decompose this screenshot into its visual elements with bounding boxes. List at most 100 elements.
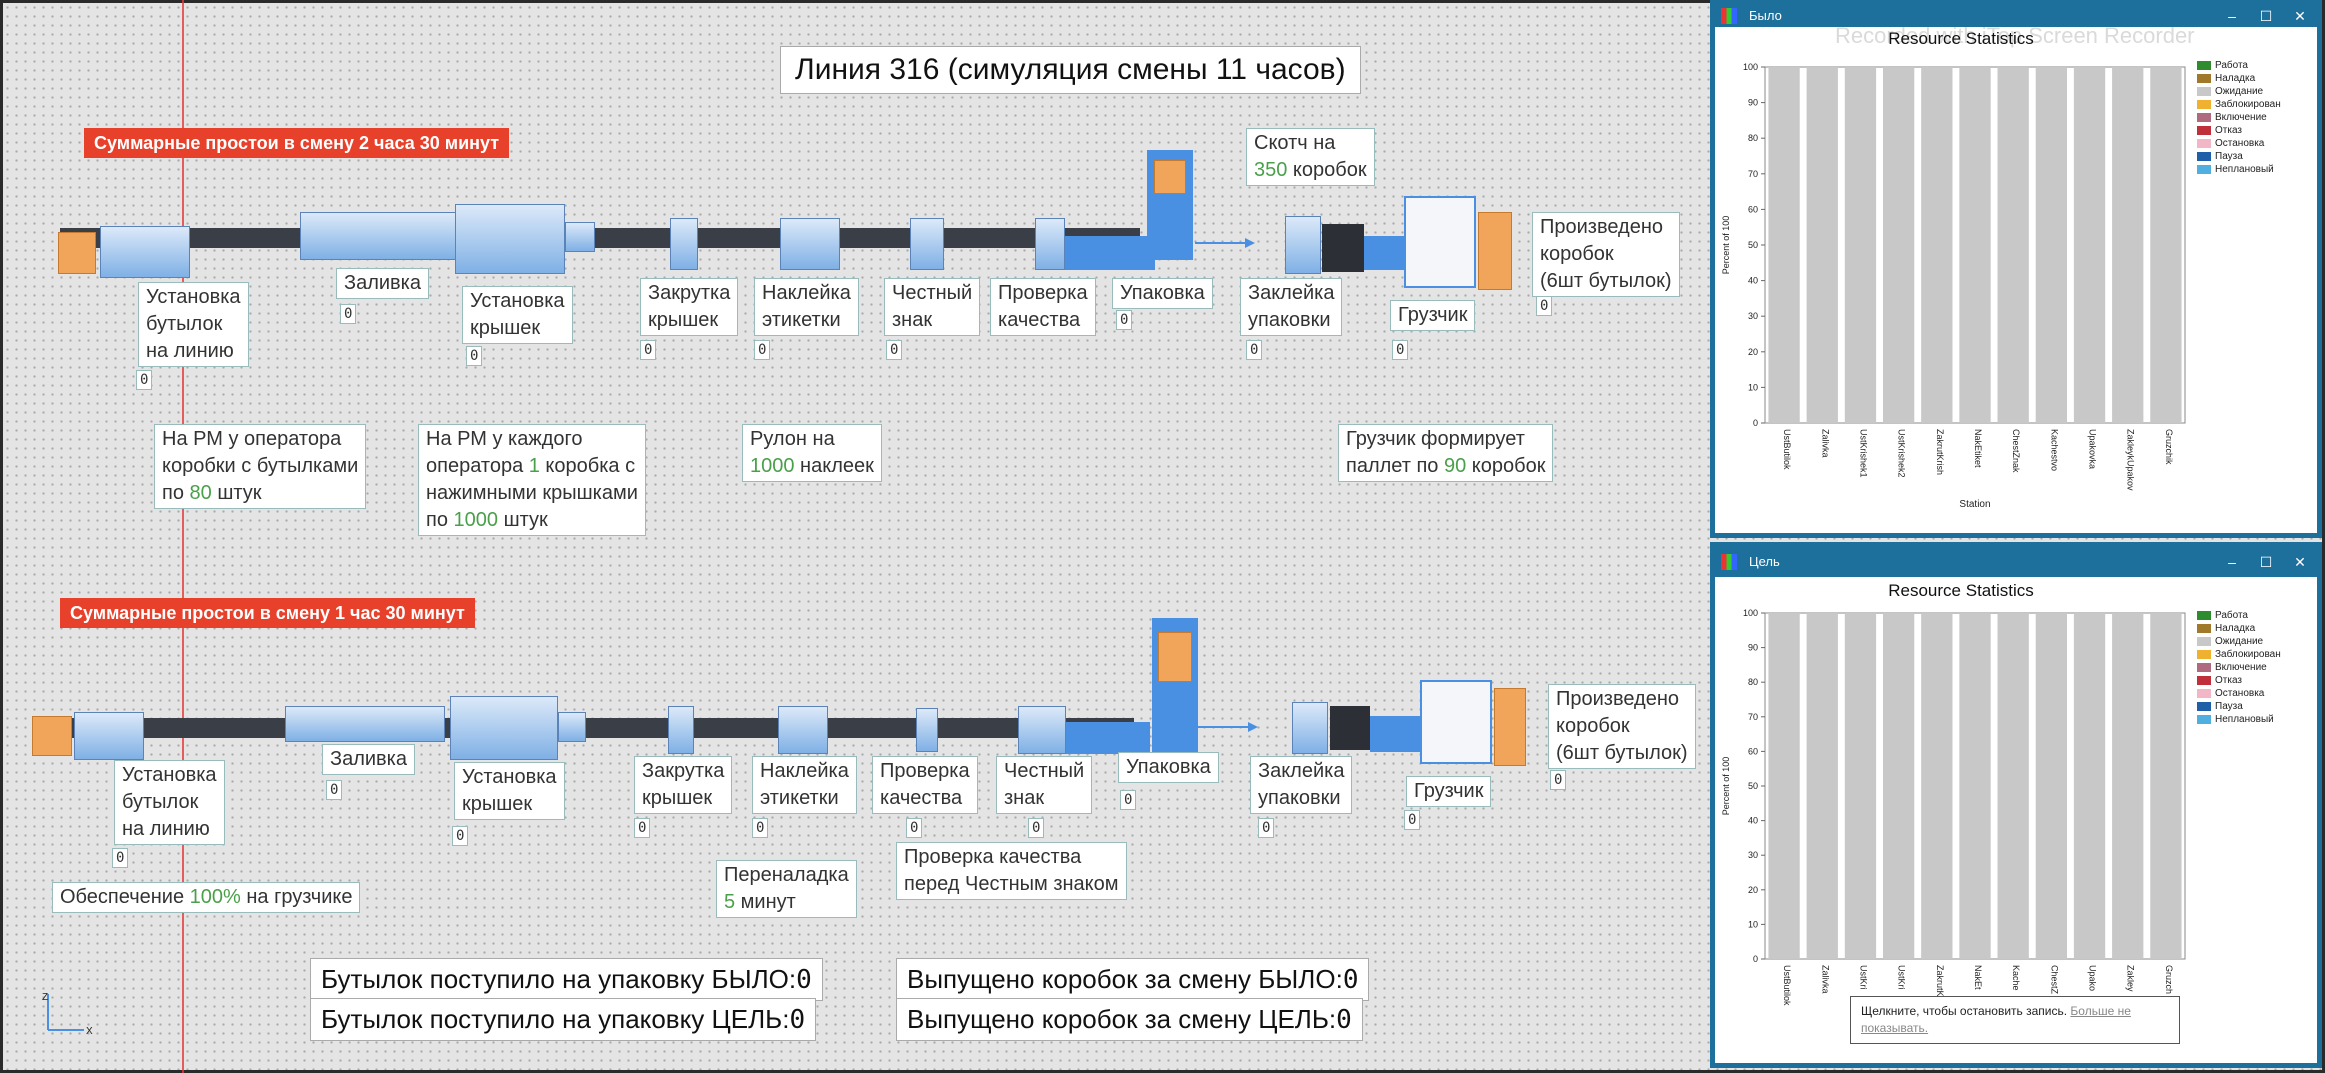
x-tick-label: NakEt	[1973, 965, 1983, 990]
y-axis-label: Percent of 100	[1721, 757, 1731, 816]
bar-segment	[1882, 613, 1915, 959]
line1-station-filling[interactable]	[300, 212, 460, 260]
line2-note-changeover: Переналадка 5 минут	[716, 860, 857, 918]
bar-segment	[2073, 67, 2106, 423]
line1-note-loader: Грузчик формирует паллет по 90 коробок	[1338, 424, 1554, 482]
bar-segment	[1959, 613, 1991, 959]
y-tick-label: 40	[1748, 816, 1758, 826]
legend-label: Ожидание	[2215, 86, 2264, 97]
recorder-tooltip[interactable]: Щелкните, чтобы остановить запись. Больш…	[1850, 996, 2180, 1044]
note-line: 350 коробок	[1254, 157, 1367, 184]
line1-conveyor	[60, 228, 1140, 248]
note-line: Рулон на	[750, 428, 835, 450]
note-line: Переналадка	[724, 864, 849, 886]
legend-swatch	[2197, 689, 2211, 698]
legend-item: Наладка	[2197, 72, 2281, 85]
note-number: 100%	[189, 886, 241, 908]
legend-item: Включение	[2197, 111, 2281, 124]
line2-label-filling: Заливка	[322, 744, 415, 775]
y-tick-label: 30	[1748, 850, 1758, 860]
legend-label: Включение	[2215, 112, 2267, 123]
line2-bottle-pallet[interactable]	[32, 716, 72, 756]
line1-station-capping-2[interactable]	[565, 222, 595, 252]
line2-station-honest-mark[interactable]	[1018, 706, 1066, 754]
line2-station-screwing[interactable]	[668, 706, 694, 754]
legend-swatch	[2197, 152, 2211, 161]
line1-station-screwing[interactable]	[670, 218, 698, 270]
line2-label-quality: Проверка качества	[872, 756, 978, 814]
y-tick-label: 60	[1748, 746, 1758, 756]
line1-station-honest-mark[interactable]	[910, 218, 944, 270]
y-tick-label: 10	[1748, 382, 1758, 392]
legend-label: Включение	[2215, 662, 2267, 673]
minimize-button[interactable]: –	[2215, 5, 2249, 27]
line1-pallet-area[interactable]	[1404, 196, 1476, 288]
line2-station-capping-2[interactable]	[558, 712, 586, 742]
line2-station-bottle-install[interactable]	[74, 712, 144, 760]
line2-counter-produced: 0	[1550, 770, 1567, 790]
x-tick-label: UstButilok	[1782, 965, 1792, 1006]
window-title: Цель	[1749, 554, 1780, 569]
note-line: 1000 наклеек	[750, 453, 874, 480]
bar-segment	[1997, 613, 2029, 959]
x-tick-label: Zakley	[2126, 965, 2136, 992]
legend-label: Остановка	[2215, 138, 2265, 149]
x-tick-label: ZakrutK	[1935, 965, 1945, 997]
line1-box-stack	[1154, 160, 1186, 194]
maximize-button[interactable]: ☐	[2249, 5, 2283, 27]
line2-station-filling[interactable]	[285, 706, 445, 742]
y-tick-label: 90	[1748, 643, 1758, 653]
y-tick-label: 50	[1748, 240, 1758, 250]
note-line: по 1000 штук	[426, 507, 638, 534]
legend-swatch	[2197, 637, 2211, 646]
legend-label: Неплановый	[2215, 714, 2274, 725]
note-text: наклеек	[794, 455, 874, 477]
line1-counter-honest-mark: 0	[886, 340, 903, 360]
line1-station-sealing[interactable]	[1285, 216, 1321, 274]
line1-station-bottle-install[interactable]	[100, 226, 190, 278]
x-tick-label: Zalivka	[1820, 965, 1830, 994]
alert-text-mid: час	[345, 603, 386, 623]
note-number: 1000	[750, 455, 795, 477]
y-tick-label: 20	[1748, 347, 1758, 357]
x-tick-label: Kachestvo	[2049, 429, 2059, 471]
line2-station-quality[interactable]	[916, 708, 938, 752]
line2-station-capping[interactable]	[450, 696, 558, 760]
legend-item: Наладка	[2197, 622, 2281, 635]
line1-label-loader: Грузчик	[1390, 300, 1476, 331]
line1-station-labeling[interactable]	[780, 218, 840, 270]
line1-bottle-pallet[interactable]	[58, 232, 96, 274]
line2-pallet-area[interactable]	[1420, 680, 1492, 764]
line2-station-sealing[interactable]	[1292, 702, 1328, 754]
alert-hours: 1	[335, 603, 346, 623]
minimize-button[interactable]: –	[2215, 547, 2249, 577]
summary-boxes-target: Выпущено коробок за смену ЦЕЛЬ:0	[896, 998, 1363, 1041]
line1-station-capping[interactable]	[455, 204, 565, 274]
bar-segment	[1844, 613, 1877, 959]
legend-label: Заблокирован	[2215, 99, 2281, 110]
line1-station-quality[interactable]	[1035, 218, 1065, 270]
note-line: Скотч на	[1254, 132, 1336, 154]
alert-text-end: минут	[405, 603, 465, 623]
stats-window-target[interactable]: Цель – ☐ ✕ Resource Statistics 0 10 20 30 40…	[1710, 542, 2322, 1068]
svg-text:X: X	[86, 1026, 93, 1037]
y-tick-label: 90	[1748, 98, 1758, 108]
close-button[interactable]: ✕	[2283, 547, 2317, 577]
legend-swatch	[2197, 702, 2211, 711]
y-axis-label: Percent of 100	[1721, 216, 1731, 275]
stats-window-before[interactable]: Было – ☐ ✕ Recorded with iTop Screen Rec…	[1710, 0, 2322, 538]
legend-swatch	[2197, 139, 2211, 148]
maximize-button[interactable]: ☐	[2249, 547, 2283, 577]
line1-counter-capping: 0	[466, 346, 483, 366]
close-button[interactable]: ✕	[2283, 5, 2317, 27]
note-line: нажимными крышками	[426, 482, 638, 504]
line2-counter-filling: 0	[326, 780, 343, 800]
legend-swatch	[2197, 624, 2211, 633]
bar-segment	[1768, 67, 1800, 423]
line2-station-labeling[interactable]	[778, 706, 828, 754]
y-tick-label: 0	[1753, 418, 1758, 428]
note-number: 5	[724, 891, 736, 913]
legend-item: Пауза	[2197, 150, 2281, 163]
bar-segment	[1997, 67, 2029, 423]
alert-hours: 2	[359, 133, 370, 153]
